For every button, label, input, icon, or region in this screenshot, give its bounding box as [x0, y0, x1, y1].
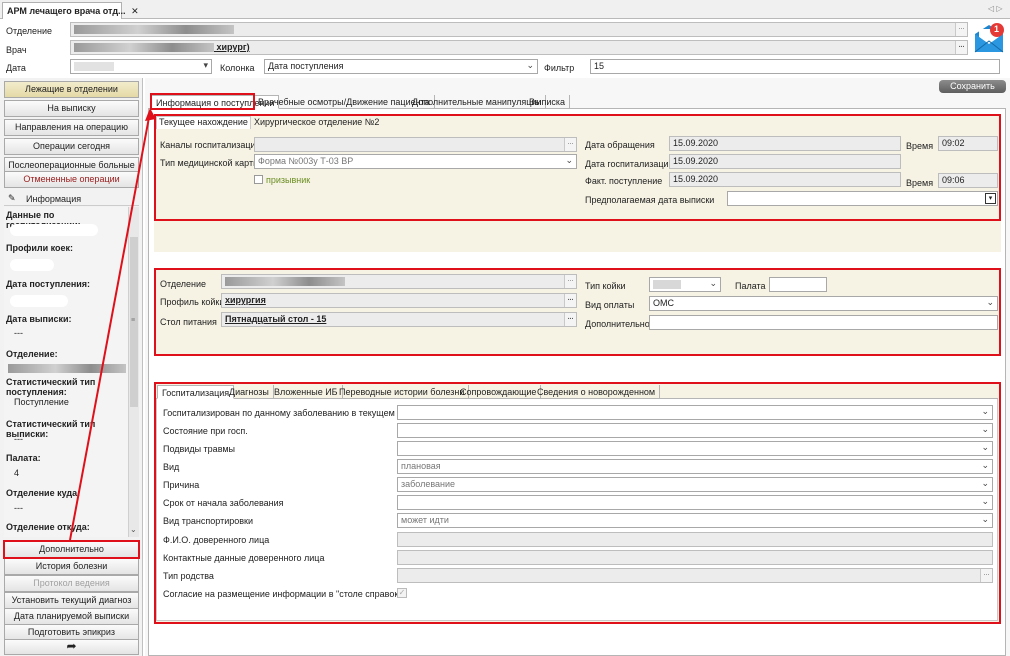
annotation-arrow: [69, 108, 156, 541]
